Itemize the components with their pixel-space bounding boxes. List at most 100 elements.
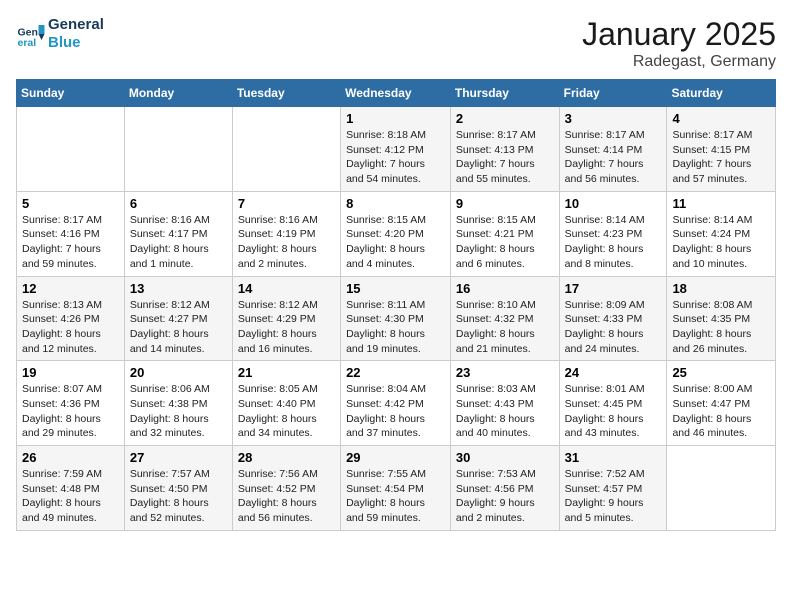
- day-info: Sunrise: 8:13 AM Sunset: 4:26 PM Dayligh…: [22, 298, 119, 357]
- logo-icon: Gen eral: [16, 19, 46, 49]
- calendar-cell: [232, 107, 340, 192]
- calendar-cell: 12 Sunrise: 8:13 AM Sunset: 4:26 PM Dayli…: [17, 276, 125, 361]
- calendar-cell: 10 Sunrise: 8:14 AM Sunset: 4:23 PM Dayli…: [559, 191, 667, 276]
- day-info: Sunrise: 8:16 AM Sunset: 4:17 PM Dayligh…: [130, 213, 227, 272]
- day-info: Sunrise: 8:09 AM Sunset: 4:33 PM Dayligh…: [565, 298, 662, 357]
- calendar-cell: [124, 107, 232, 192]
- calendar-cell: 13 Sunrise: 8:12 AM Sunset: 4:27 PM Dayli…: [124, 276, 232, 361]
- day-info: Sunrise: 8:17 AM Sunset: 4:15 PM Dayligh…: [672, 128, 770, 187]
- calendar-cell: 17 Sunrise: 8:09 AM Sunset: 4:33 PM Dayli…: [559, 276, 667, 361]
- day-number: 21: [238, 365, 335, 380]
- day-number: 7: [238, 196, 335, 211]
- day-number: 22: [346, 365, 445, 380]
- day-info: Sunrise: 8:00 AM Sunset: 4:47 PM Dayligh…: [672, 382, 770, 441]
- header-saturday: Saturday: [667, 80, 776, 107]
- day-number: 26: [22, 450, 119, 465]
- day-info: Sunrise: 7:52 AM Sunset: 4:57 PM Dayligh…: [565, 467, 662, 526]
- calendar-cell: 5 Sunrise: 8:17 AM Sunset: 4:16 PM Daylig…: [17, 191, 125, 276]
- day-number: 28: [238, 450, 335, 465]
- header-sunday: Sunday: [17, 80, 125, 107]
- calendar-header-row: SundayMondayTuesdayWednesdayThursdayFrid…: [17, 80, 776, 107]
- logo-text-general: General: [48, 16, 104, 34]
- day-number: 12: [22, 281, 119, 296]
- calendar-cell: 28 Sunrise: 7:56 AM Sunset: 4:52 PM Dayli…: [232, 446, 340, 531]
- day-info: Sunrise: 8:17 AM Sunset: 4:13 PM Dayligh…: [456, 128, 554, 187]
- calendar-cell: 1Sunrise: 8:18 AM Sunset: 4:12 PM Daylig…: [341, 107, 451, 192]
- calendar-cell: 23 Sunrise: 8:03 AM Sunset: 4:43 PM Dayli…: [450, 361, 559, 446]
- day-info: Sunrise: 7:55 AM Sunset: 4:54 PM Dayligh…: [346, 467, 445, 526]
- day-number: 3: [565, 111, 662, 126]
- header-thursday: Thursday: [450, 80, 559, 107]
- calendar-cell: 14Sunrise: 8:12 AM Sunset: 4:29 PM Dayli…: [232, 276, 340, 361]
- day-number: 11: [672, 196, 770, 211]
- week-row-4: 19Sunrise: 8:07 AM Sunset: 4:36 PM Dayli…: [17, 361, 776, 446]
- calendar-cell: [17, 107, 125, 192]
- day-number: 27: [130, 450, 227, 465]
- week-row-1: 1Sunrise: 8:18 AM Sunset: 4:12 PM Daylig…: [17, 107, 776, 192]
- calendar-cell: 2 Sunrise: 8:17 AM Sunset: 4:13 PM Daylig…: [450, 107, 559, 192]
- day-info: Sunrise: 8:10 AM Sunset: 4:32 PM Dayligh…: [456, 298, 554, 357]
- title-block: January 2025 Radegast, Germany: [582, 16, 776, 71]
- logo-text-blue: Blue: [48, 34, 104, 52]
- day-info: Sunrise: 8:15 AM Sunset: 4:20 PM Dayligh…: [346, 213, 445, 272]
- day-number: 9: [456, 196, 554, 211]
- day-info: Sunrise: 7:59 AM Sunset: 4:48 PM Dayligh…: [22, 467, 119, 526]
- calendar-cell: 15Sunrise: 8:11 AM Sunset: 4:30 PM Dayli…: [341, 276, 451, 361]
- header-monday: Monday: [124, 80, 232, 107]
- day-number: 29: [346, 450, 445, 465]
- calendar-title: January 2025: [582, 16, 776, 53]
- day-info: Sunrise: 8:06 AM Sunset: 4:38 PM Dayligh…: [130, 382, 227, 441]
- calendar-cell: 19Sunrise: 8:07 AM Sunset: 4:36 PM Dayli…: [17, 361, 125, 446]
- day-number: 5: [22, 196, 119, 211]
- day-number: 23: [456, 365, 554, 380]
- day-info: Sunrise: 8:12 AM Sunset: 4:29 PM Dayligh…: [238, 298, 335, 357]
- day-number: 2: [456, 111, 554, 126]
- day-number: 31: [565, 450, 662, 465]
- day-number: 20: [130, 365, 227, 380]
- day-info: Sunrise: 8:17 AM Sunset: 4:14 PM Dayligh…: [565, 128, 662, 187]
- day-info: Sunrise: 7:57 AM Sunset: 4:50 PM Dayligh…: [130, 467, 227, 526]
- calendar-cell: [667, 446, 776, 531]
- day-number: 24: [565, 365, 662, 380]
- week-row-2: 5 Sunrise: 8:17 AM Sunset: 4:16 PM Daylig…: [17, 191, 776, 276]
- calendar-table: SundayMondayTuesdayWednesdayThursdayFrid…: [16, 79, 776, 531]
- day-number: 16: [456, 281, 554, 296]
- day-info: Sunrise: 8:11 AM Sunset: 4:30 PM Dayligh…: [346, 298, 445, 357]
- day-info: Sunrise: 8:17 AM Sunset: 4:16 PM Dayligh…: [22, 213, 119, 272]
- day-number: 18: [672, 281, 770, 296]
- day-info: Sunrise: 8:15 AM Sunset: 4:21 PM Dayligh…: [456, 213, 554, 272]
- header-wednesday: Wednesday: [341, 80, 451, 107]
- calendar-cell: 20 Sunrise: 8:06 AM Sunset: 4:38 PM Dayli…: [124, 361, 232, 446]
- day-info: Sunrise: 8:16 AM Sunset: 4:19 PM Dayligh…: [238, 213, 335, 272]
- logo: Gen eral General Blue: [16, 16, 104, 52]
- day-number: 8: [346, 196, 445, 211]
- calendar-cell: 26 Sunrise: 7:59 AM Sunset: 4:48 PM Dayli…: [17, 446, 125, 531]
- day-info: Sunrise: 8:04 AM Sunset: 4:42 PM Dayligh…: [346, 382, 445, 441]
- day-info: Sunrise: 8:14 AM Sunset: 4:23 PM Dayligh…: [565, 213, 662, 272]
- calendar-cell: 8 Sunrise: 8:15 AM Sunset: 4:20 PM Daylig…: [341, 191, 451, 276]
- header-tuesday: Tuesday: [232, 80, 340, 107]
- calendar-cell: 30Sunrise: 7:53 AM Sunset: 4:56 PM Dayli…: [450, 446, 559, 531]
- calendar-cell: 31 Sunrise: 7:52 AM Sunset: 4:57 PM Dayli…: [559, 446, 667, 531]
- day-number: 13: [130, 281, 227, 296]
- svg-text:eral: eral: [18, 37, 37, 49]
- day-info: Sunrise: 8:03 AM Sunset: 4:43 PM Dayligh…: [456, 382, 554, 441]
- calendar-cell: 29 Sunrise: 7:55 AM Sunset: 4:54 PM Dayli…: [341, 446, 451, 531]
- day-info: Sunrise: 7:56 AM Sunset: 4:52 PM Dayligh…: [238, 467, 335, 526]
- calendar-cell: 27 Sunrise: 7:57 AM Sunset: 4:50 PM Dayli…: [124, 446, 232, 531]
- calendar-cell: 16 Sunrise: 8:10 AM Sunset: 4:32 PM Dayli…: [450, 276, 559, 361]
- day-info: Sunrise: 8:12 AM Sunset: 4:27 PM Dayligh…: [130, 298, 227, 357]
- day-number: 4: [672, 111, 770, 126]
- day-number: 10: [565, 196, 662, 211]
- day-number: 17: [565, 281, 662, 296]
- calendar-cell: 11Sunrise: 8:14 AM Sunset: 4:24 PM Dayli…: [667, 191, 776, 276]
- week-row-5: 26 Sunrise: 7:59 AM Sunset: 4:48 PM Dayli…: [17, 446, 776, 531]
- week-row-3: 12 Sunrise: 8:13 AM Sunset: 4:26 PM Dayli…: [17, 276, 776, 361]
- day-number: 25: [672, 365, 770, 380]
- calendar-cell: 22 Sunrise: 8:04 AM Sunset: 4:42 PM Dayli…: [341, 361, 451, 446]
- day-info: Sunrise: 8:01 AM Sunset: 4:45 PM Dayligh…: [565, 382, 662, 441]
- header-friday: Friday: [559, 80, 667, 107]
- calendar-cell: 9 Sunrise: 8:15 AM Sunset: 4:21 PM Daylig…: [450, 191, 559, 276]
- day-info: Sunrise: 8:07 AM Sunset: 4:36 PM Dayligh…: [22, 382, 119, 441]
- day-info: Sunrise: 7:53 AM Sunset: 4:56 PM Dayligh…: [456, 467, 554, 526]
